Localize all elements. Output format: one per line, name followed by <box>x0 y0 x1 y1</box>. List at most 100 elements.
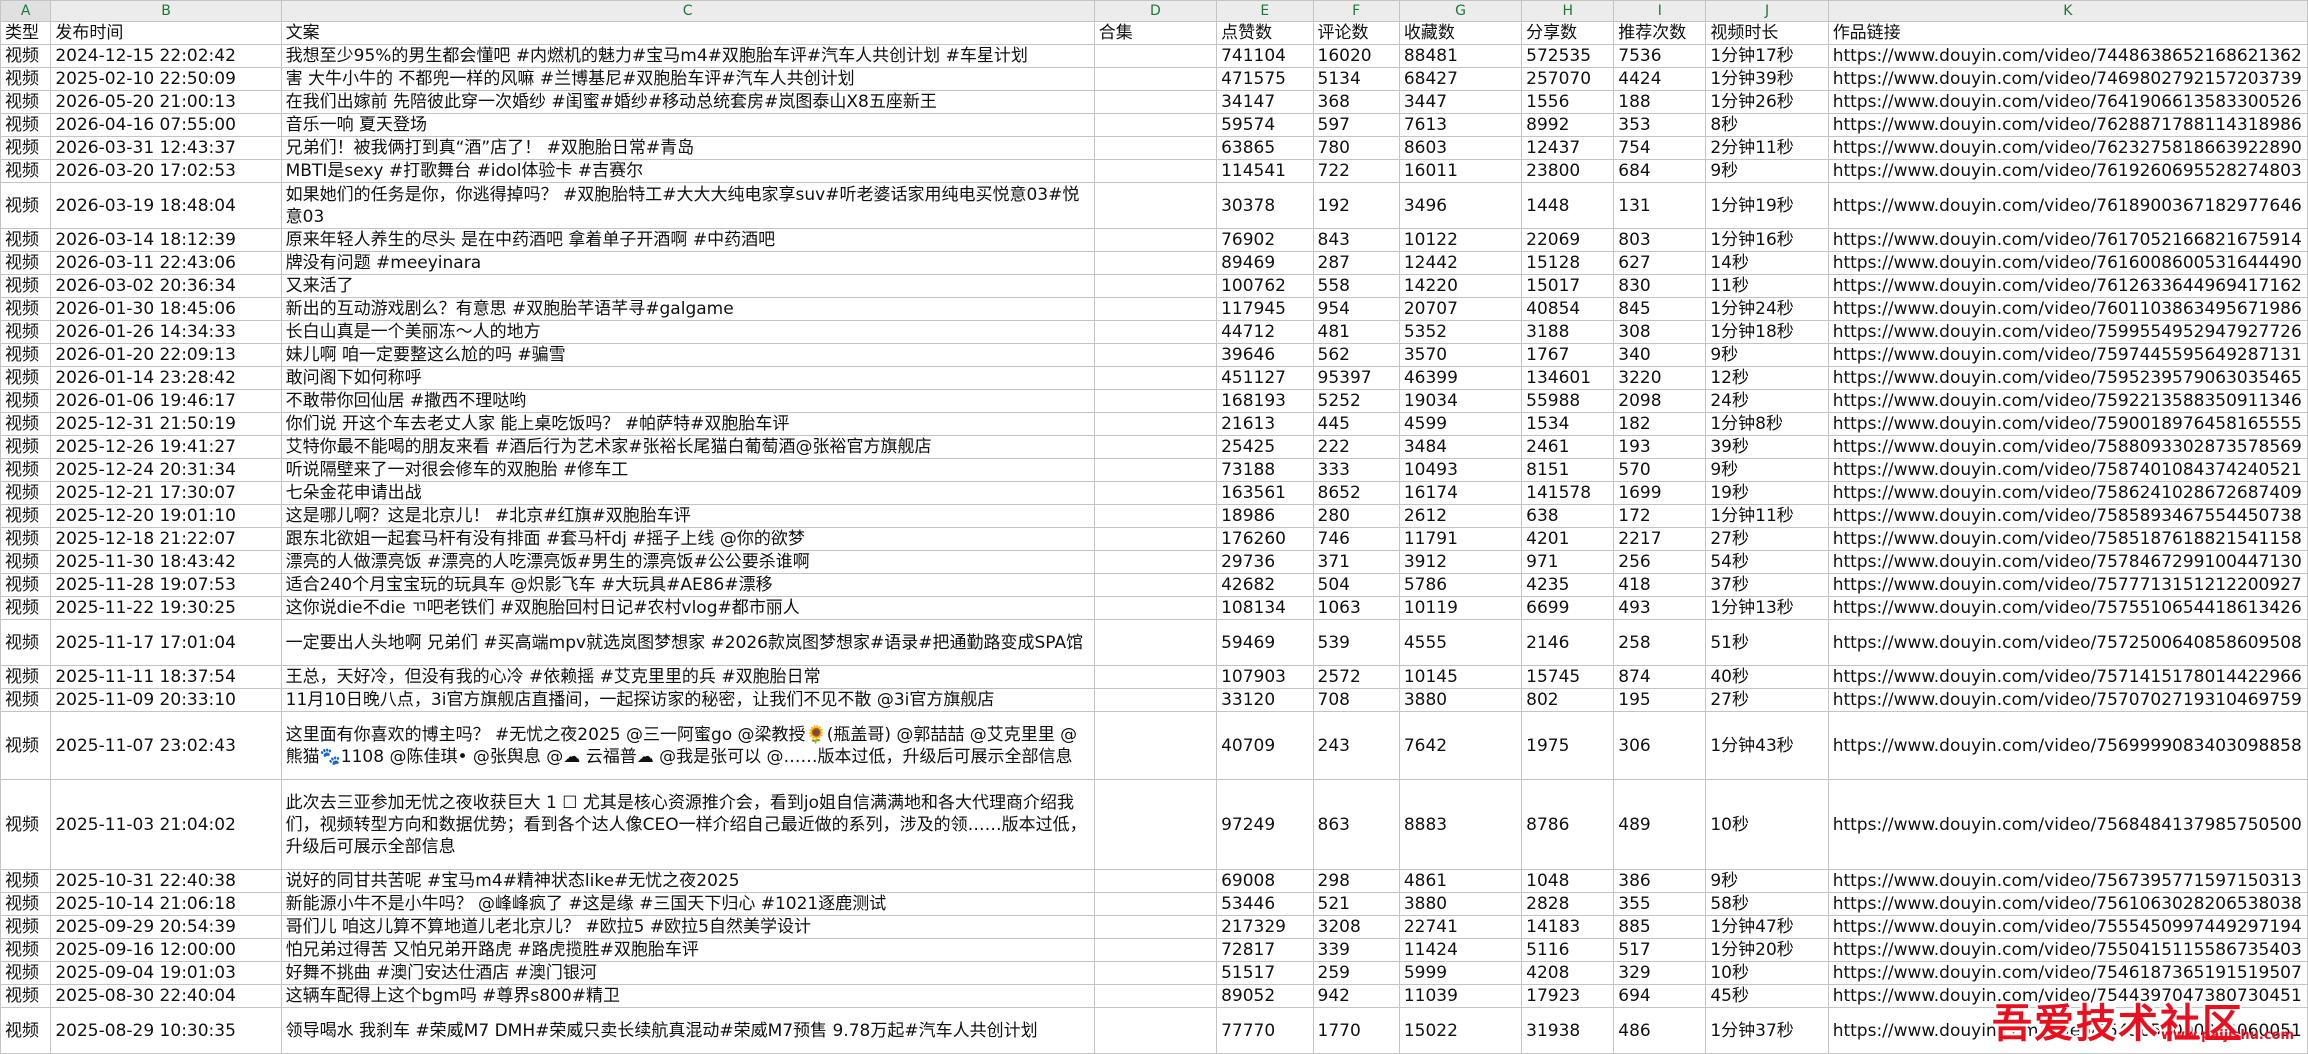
cell-type[interactable]: 视频 <box>1 367 51 390</box>
cell-collection[interactable] <box>1094 275 1216 298</box>
cell-recommends[interactable]: 684 <box>1614 160 1706 183</box>
cell-comments[interactable]: 504 <box>1313 574 1399 597</box>
cell-link[interactable]: https://www.douyin.com/video/74698027921… <box>1828 68 2307 91</box>
cell-collection[interactable] <box>1094 666 1216 689</box>
cell-shares[interactable]: 2146 <box>1522 620 1614 666</box>
cell-likes[interactable]: 33120 <box>1217 689 1313 712</box>
cell-favorites[interactable]: 88481 <box>1399 45 1521 68</box>
cell-comments[interactable]: 597 <box>1313 114 1399 137</box>
column-letter-j[interactable]: J <box>1706 1 1828 22</box>
cell-shares[interactable]: 15128 <box>1522 252 1614 275</box>
cell-type[interactable]: 视频 <box>1 962 51 985</box>
cell-likes[interactable]: 30378 <box>1217 183 1313 229</box>
cell-type[interactable]: 视频 <box>1 45 51 68</box>
cell-caption[interactable]: 艾特你最不能喝的朋友来看 #酒后行为艺术家#张裕长尾猫白葡萄酒@张裕官方旗舰店 <box>281 436 1094 459</box>
cell-recommends[interactable]: 172 <box>1614 505 1706 528</box>
cell-favorites[interactable]: 7613 <box>1399 114 1521 137</box>
cell-collection[interactable] <box>1094 183 1216 229</box>
cell-comments[interactable]: 371 <box>1313 551 1399 574</box>
cell-caption[interactable]: 哥们儿 咱这儿算不算地道儿老北京儿？ #欧拉5 #欧拉5自然美学设计 <box>281 916 1094 939</box>
cell-publish-time[interactable]: 2025-11-09 20:33:10 <box>51 689 281 712</box>
cell-duration[interactable]: 12秒 <box>1706 367 1828 390</box>
cell-publish-time[interactable]: 2025-11-07 23:02:43 <box>51 712 281 780</box>
cell-favorites[interactable]: 2612 <box>1399 505 1521 528</box>
cell-recommends[interactable]: 3220 <box>1614 367 1706 390</box>
cell-type[interactable]: 视频 <box>1 505 51 528</box>
cell-caption[interactable]: MBTI是sexy #打歌舞台 #idol体验卡 #吉赛尔 <box>281 160 1094 183</box>
cell-collection[interactable] <box>1094 893 1216 916</box>
cell-link[interactable]: https://www.douyin.com/video/75684841379… <box>1828 780 2307 870</box>
column-letter-a[interactable]: A <box>1 1 51 22</box>
cell-link[interactable]: https://www.douyin.com/video/75504151155… <box>1828 939 2307 962</box>
cell-collection[interactable] <box>1094 459 1216 482</box>
cell-publish-time[interactable]: 2025-11-11 18:37:54 <box>51 666 281 689</box>
cell-type[interactable]: 视频 <box>1 183 51 229</box>
cell-likes[interactable]: 76902 <box>1217 229 1313 252</box>
cell-publish-time[interactable]: 2025-11-30 18:43:42 <box>51 551 281 574</box>
cell-type[interactable]: 视频 <box>1 574 51 597</box>
cell-comments[interactable]: 708 <box>1313 689 1399 712</box>
cell-favorites[interactable]: 3570 <box>1399 344 1521 367</box>
cell-collection[interactable] <box>1094 916 1216 939</box>
column-letter-d[interactable]: D <box>1094 1 1216 22</box>
cell-recommends[interactable]: 340 <box>1614 344 1706 367</box>
cell-likes[interactable]: 59574 <box>1217 114 1313 137</box>
cell-comments[interactable]: 954 <box>1313 298 1399 321</box>
cell-collection[interactable] <box>1094 482 1216 505</box>
cell-shares[interactable]: 8786 <box>1522 780 1614 870</box>
cell-type[interactable]: 视频 <box>1 712 51 780</box>
cell-type[interactable]: 视频 <box>1 482 51 505</box>
cell-favorites[interactable]: 10145 <box>1399 666 1521 689</box>
cell-duration[interactable]: 10秒 <box>1706 780 1828 870</box>
cell-link[interactable]: https://www.douyin.com/video/75673957715… <box>1828 870 2307 893</box>
cell-recommends[interactable]: 193 <box>1614 436 1706 459</box>
cell-recommends[interactable]: 627 <box>1614 252 1706 275</box>
cell-likes[interactable]: 18986 <box>1217 505 1313 528</box>
cell-recommends[interactable]: 353 <box>1614 114 1706 137</box>
cell-type[interactable]: 视频 <box>1 597 51 620</box>
cell-type[interactable]: 视频 <box>1 321 51 344</box>
cell-favorites[interactable]: 19034 <box>1399 390 1521 413</box>
cell-publish-time[interactable]: 2025-09-29 20:54:39 <box>51 916 281 939</box>
cell-likes[interactable]: 100762 <box>1217 275 1313 298</box>
cell-publish-time[interactable]: 2026-03-02 20:36:34 <box>51 275 281 298</box>
cell-collection[interactable] <box>1094 45 1216 68</box>
cell-comments[interactable]: 298 <box>1313 870 1399 893</box>
cell-likes[interactable]: 40709 <box>1217 712 1313 780</box>
cell-publish-time[interactable]: 2025-09-16 12:00:00 <box>51 939 281 962</box>
cell-publish-time[interactable]: 2025-10-14 21:06:18 <box>51 893 281 916</box>
cell-collection[interactable] <box>1094 689 1216 712</box>
cell-collection[interactable] <box>1094 939 1216 962</box>
cell-duration[interactable]: 2分钟11秒 <box>1706 137 1828 160</box>
cell-type[interactable]: 视频 <box>1 870 51 893</box>
cell-shares[interactable]: 55988 <box>1522 390 1614 413</box>
cell-publish-time[interactable]: 2025-02-10 22:50:09 <box>51 68 281 91</box>
cell-type[interactable]: 视频 <box>1 551 51 574</box>
cell-collection[interactable] <box>1094 962 1216 985</box>
cell-caption[interactable]: 听说隔壁来了一对很会修车的双胞胎 #修车工 <box>281 459 1094 482</box>
column-letter-k[interactable]: K <box>1828 1 2307 22</box>
cell-likes[interactable]: 741104 <box>1217 45 1313 68</box>
cell-recommends[interactable]: 694 <box>1614 985 1706 1008</box>
cell-recommends[interactable]: 182 <box>1614 413 1706 436</box>
cell-recommends[interactable]: 308 <box>1614 321 1706 344</box>
cell-duration[interactable]: 9秒 <box>1706 870 1828 893</box>
cell-caption[interactable]: 新能源小牛不是小牛吗？ @峰峰疯了 #这是缘 #三国天下归心 #1021逐鹿测试 <box>281 893 1094 916</box>
cell-shares[interactable]: 6699 <box>1522 597 1614 620</box>
cell-publish-time[interactable]: 2025-11-22 19:30:25 <box>51 597 281 620</box>
cell-link[interactable]: https://www.douyin.com/video/75851876188… <box>1828 528 2307 551</box>
cell-type[interactable]: 视频 <box>1 459 51 482</box>
cell-publish-time[interactable]: 2026-01-20 22:09:13 <box>51 344 281 367</box>
cell-favorites[interactable]: 7642 <box>1399 712 1521 780</box>
cell-recommends[interactable]: 195 <box>1614 689 1706 712</box>
column-letter-c[interactable]: C <box>281 1 1094 22</box>
cell-likes[interactable]: 25425 <box>1217 436 1313 459</box>
cell-likes[interactable]: 451127 <box>1217 367 1313 390</box>
cell-link[interactable]: https://www.douyin.com/video/75874010843… <box>1828 459 2307 482</box>
cell-comments[interactable]: 942 <box>1313 985 1399 1008</box>
header-cell[interactable]: 作品链接 <box>1828 22 2307 45</box>
cell-publish-time[interactable]: 2026-01-14 23:28:42 <box>51 367 281 390</box>
cell-likes[interactable]: 114541 <box>1217 160 1313 183</box>
cell-publish-time[interactable]: 2025-11-28 19:07:53 <box>51 574 281 597</box>
cell-recommends[interactable]: 418 <box>1614 574 1706 597</box>
